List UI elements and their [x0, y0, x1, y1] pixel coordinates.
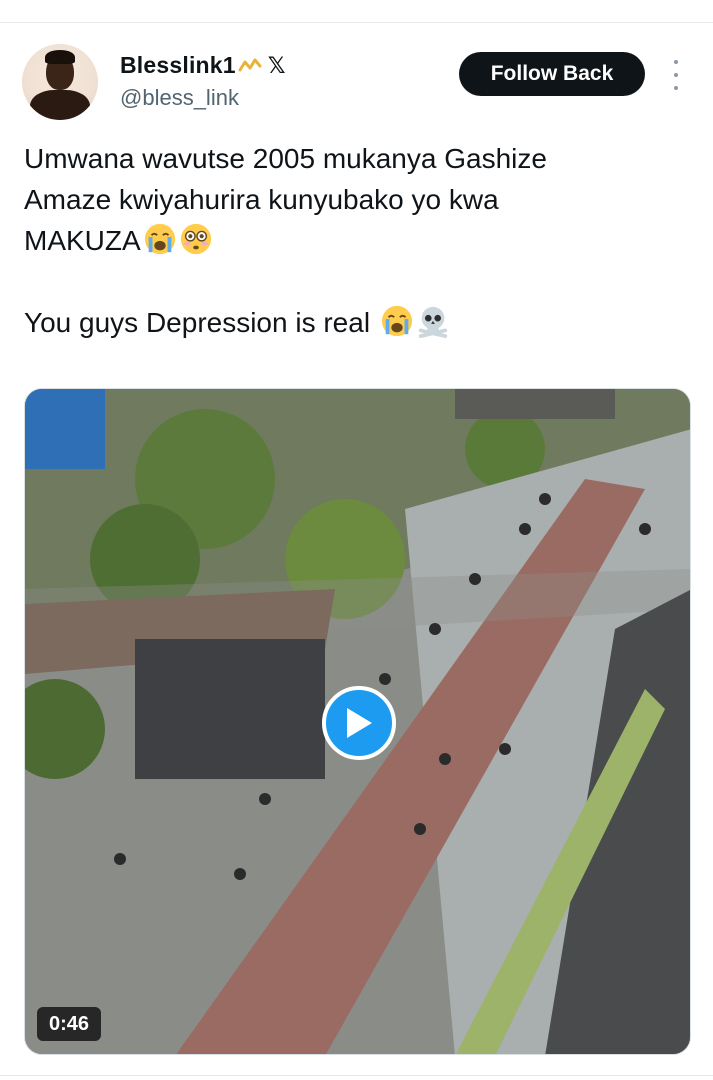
avatar[interactable] — [22, 44, 98, 120]
skull-and-crossbones-icon — [418, 306, 447, 338]
tweet-text: Umwana wavutse 2005 mukanya Gashize Amaz… — [24, 138, 694, 343]
tweet-text-segment: MAKUZA — [24, 225, 141, 256]
play-button[interactable] — [322, 686, 396, 760]
video-player[interactable]: 0:46 — [24, 388, 691, 1055]
more-options-icon[interactable] — [668, 60, 684, 90]
play-icon — [347, 708, 372, 738]
loudly-crying-face-icon — [381, 305, 412, 337]
x-logo-icon: 𝕏 — [267, 52, 286, 78]
tweet-text-line: MAKUZA — [24, 220, 694, 261]
tweet-text-line: You guys Depression is real — [24, 302, 694, 343]
author-name-row[interactable]: Blesslink1 𝕏 — [120, 52, 286, 79]
author-handle[interactable]: @bless_link — [120, 85, 239, 111]
bottom-divider — [0, 1075, 713, 1076]
author-display-name[interactable]: Blesslink1 — [120, 52, 236, 79]
tweet-text-segment: You guys Depression is real — [24, 307, 378, 338]
follow-back-button[interactable]: Follow Back — [459, 52, 645, 96]
top-divider — [0, 22, 713, 23]
loudly-crying-face-icon — [144, 223, 175, 255]
flushed-face-icon — [180, 223, 211, 255]
tweet-text-line: Umwana wavutse 2005 mukanya Gashize — [24, 143, 547, 174]
tweet-text-line: Amaze kwiyahurira kunyubako yo kwa — [24, 184, 499, 215]
video-duration-badge: 0:46 — [37, 1007, 101, 1041]
chart-decoration-icon — [238, 58, 262, 71]
tweet-header: Blesslink1 𝕏 @bless_link Follow Back — [0, 38, 713, 128]
